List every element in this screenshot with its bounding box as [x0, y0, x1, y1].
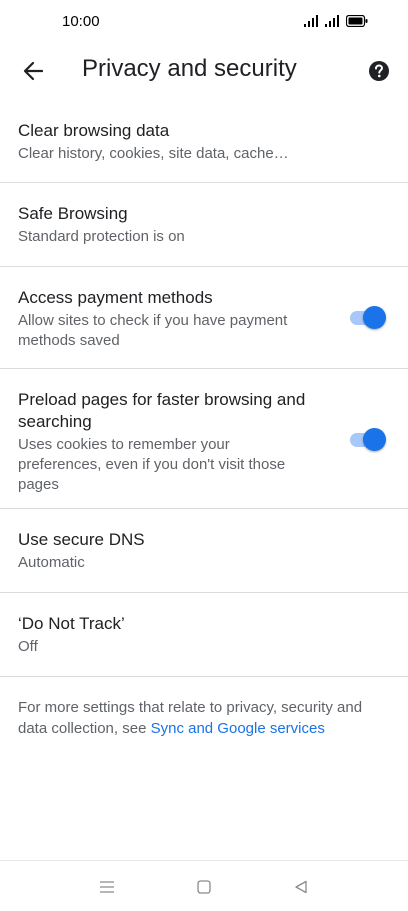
preload-pages-toggle[interactable] [350, 426, 386, 452]
setting-subtitle: Allow sites to check if you have payment… [18, 312, 288, 349]
triangle-back-icon [295, 880, 307, 894]
home-button[interactable] [192, 876, 216, 898]
toggle-thumb [363, 306, 386, 329]
system-nav-bar [0, 860, 408, 911]
setting-subtitle: Standard protection is on [18, 228, 185, 245]
setting-safe-browsing[interactable]: Safe Browsing Standard protection is on [0, 183, 408, 267]
battery-icon [346, 15, 368, 27]
setting-title: ‘Do Not Track’ [18, 614, 125, 633]
signal-icon [325, 15, 339, 27]
app-bar: Privacy and security [0, 44, 408, 100]
square-icon [197, 880, 211, 894]
footer-note: For more settings that relate to privacy… [18, 697, 388, 739]
signal-icon [304, 15, 318, 27]
setting-secure-dns[interactable]: Use secure DNS Automatic [0, 509, 408, 593]
setting-title: Preload pages for faster browsing and se… [18, 390, 306, 431]
setting-title: Clear browsing data [18, 121, 170, 140]
help-circle-icon [369, 61, 389, 81]
setting-subtitle: Clear history, cookies, site data, cache… [18, 145, 289, 162]
arrow-left-icon [23, 61, 44, 81]
setting-subtitle: Off [18, 638, 38, 655]
menu-button[interactable] [95, 876, 119, 898]
help-button[interactable] [364, 56, 394, 86]
setting-preload-pages[interactable]: Preload pages for faster browsing and se… [0, 369, 408, 509]
payment-methods-toggle[interactable] [350, 304, 386, 330]
system-back-button[interactable] [289, 876, 313, 898]
setting-do-not-track[interactable]: ‘Do Not Track’ Off [0, 593, 408, 677]
status-time: 10:00 [62, 13, 100, 30]
setting-clear-browsing-data[interactable]: Clear browsing data Clear history, cooki… [0, 100, 408, 183]
status-icons [304, 15, 368, 27]
setting-subtitle: Automatic [18, 554, 85, 571]
page-title: Privacy and security [82, 55, 297, 82]
back-button[interactable] [14, 52, 52, 90]
status-bar: 10:00 [0, 0, 408, 44]
sync-google-services-link[interactable]: Sync and Google services [151, 720, 325, 737]
toggle-thumb [363, 428, 386, 451]
setting-title: Use secure DNS [18, 530, 145, 549]
setting-access-payment-methods[interactable]: Access payment methods Allow sites to ch… [0, 267, 408, 369]
setting-title: Access payment methods [18, 288, 213, 307]
settings-list: Clear browsing data Clear history, cooki… [0, 100, 408, 677]
menu-icon [100, 881, 114, 893]
setting-subtitle: Uses cookies to remember your preference… [18, 436, 286, 493]
setting-title: Safe Browsing [18, 204, 128, 223]
